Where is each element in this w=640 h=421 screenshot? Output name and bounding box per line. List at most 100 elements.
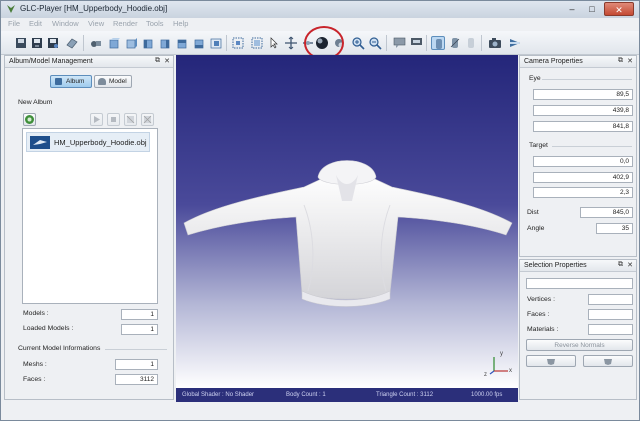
eye-y-field[interactable]: 439,8 xyxy=(533,105,633,116)
zoom-all-icon[interactable] xyxy=(231,36,245,50)
title-bar: GLC-Player [HM_Upperbody_Hoodie.obj] – □… xyxy=(1,1,639,18)
menu-view[interactable]: View xyxy=(88,19,104,28)
selection-properties-panel: Selection Properties ⧉ ✕ Vertices : Face… xyxy=(519,259,637,400)
toolbar-separator xyxy=(386,35,387,51)
faces-field xyxy=(588,309,633,320)
target-x-field[interactable]: 0,0 xyxy=(533,156,633,167)
model-icon xyxy=(98,78,106,85)
view-iso-icon[interactable] xyxy=(209,36,223,50)
hide-icon[interactable] xyxy=(448,36,462,50)
model-thumbnail-icon xyxy=(30,136,50,149)
close-panel-icon[interactable]: ✕ xyxy=(627,57,633,65)
panel-title-bar: Selection Properties ⧉ ✕ xyxy=(520,260,636,272)
minimize-button[interactable]: – xyxy=(563,2,581,16)
album-tab-button[interactable]: Album xyxy=(50,75,92,88)
menu-tools[interactable]: Tools xyxy=(146,19,164,28)
models-count-field: 1 xyxy=(121,309,158,320)
close-panel-icon[interactable]: ✕ xyxy=(627,261,633,269)
toolbar-separator xyxy=(481,35,482,51)
view-right-icon[interactable] xyxy=(158,36,172,50)
message-icon[interactable] xyxy=(410,36,424,50)
save-as-icon[interactable] xyxy=(46,36,60,50)
export-icon[interactable] xyxy=(65,36,79,50)
3d-viewport[interactable]: y x z xyxy=(176,55,518,388)
pan-icon[interactable] xyxy=(284,36,298,50)
panel-title: Selection Properties xyxy=(524,262,587,269)
materials-label: Materials : xyxy=(527,326,559,333)
select-pointer-icon[interactable] xyxy=(267,36,281,50)
panel-title: Camera Properties xyxy=(524,58,583,65)
models-label: Models : xyxy=(23,310,49,317)
faces-label: Faces : xyxy=(527,311,550,318)
album-model-panel: Album/Model Management ⧉ ✕ Album Model N… xyxy=(4,55,174,400)
eye-group-label: Eye xyxy=(529,75,541,82)
target-y-field[interactable]: 402,9 xyxy=(533,172,633,183)
dist-field[interactable]: 845,0 xyxy=(580,207,633,218)
view-top-icon[interactable] xyxy=(175,36,189,50)
list-item[interactable]: HM_Upperbody_Hoodie.obj xyxy=(26,132,150,152)
target-z-field[interactable]: 2,3 xyxy=(533,187,633,198)
next-selection-button[interactable] xyxy=(583,355,633,367)
eye-z-field[interactable]: 841,8 xyxy=(533,121,633,132)
view-front-icon[interactable] xyxy=(107,36,121,50)
float-panel-icon[interactable]: ⧉ xyxy=(618,261,623,269)
shader-status: Global Shader : No Shader xyxy=(182,392,255,398)
menu-help[interactable]: Help xyxy=(173,19,188,28)
angle-field[interactable]: 35 xyxy=(596,223,633,234)
view-back-icon[interactable] xyxy=(124,36,138,50)
play-icon[interactable] xyxy=(90,113,103,126)
view-left-icon[interactable] xyxy=(141,36,155,50)
zoom-out-icon[interactable] xyxy=(368,36,382,50)
previous-selection-button[interactable] xyxy=(526,355,576,367)
save-icon[interactable] xyxy=(30,36,44,50)
view-bottom-icon[interactable] xyxy=(192,36,206,50)
snapshot-camera-icon[interactable] xyxy=(488,36,502,50)
axis-z-label: z xyxy=(484,372,487,378)
model-tab-button[interactable]: Model xyxy=(94,75,132,88)
open-file-icon[interactable] xyxy=(14,36,28,50)
clear-album-icon[interactable] xyxy=(141,113,154,126)
glc-logo-icon xyxy=(7,5,15,13)
maximize-button[interactable]: □ xyxy=(583,2,601,16)
toolbar-separator xyxy=(226,35,227,51)
eye-x-field[interactable]: 89,5 xyxy=(533,89,633,100)
visibility-toggle-icon[interactable] xyxy=(464,36,478,50)
menu-window[interactable]: Window xyxy=(52,19,79,28)
selection-name-field[interactable] xyxy=(526,278,633,289)
dist-label: Dist xyxy=(527,209,539,216)
fullscreen-icon[interactable] xyxy=(508,36,522,50)
menu-render[interactable]: Render xyxy=(113,19,138,28)
loaded-models-count-field: 1 xyxy=(121,324,158,335)
zoom-in-icon[interactable] xyxy=(351,36,365,50)
remove-model-icon[interactable] xyxy=(124,113,137,126)
reverse-normals-button[interactable]: Reverse Normals xyxy=(526,339,633,351)
close-button[interactable]: ✕ xyxy=(604,2,634,16)
zoom-window-icon[interactable] xyxy=(250,36,264,50)
float-panel-icon[interactable]: ⧉ xyxy=(618,57,623,65)
meshs-count-field: 1 xyxy=(115,359,158,370)
new-album-button[interactable] xyxy=(23,113,36,126)
app-window: GLC-Player [HM_Upperbody_Hoodie.obj] – □… xyxy=(0,0,640,421)
window-title: GLC-Player [HM_Upperbody_Hoodie.obj] xyxy=(20,4,168,13)
meshs-label: Meshs : xyxy=(23,361,47,368)
shield-left-icon xyxy=(547,359,555,365)
menu-edit[interactable]: Edit xyxy=(29,19,42,28)
camera-icon[interactable] xyxy=(89,36,103,50)
show-icon[interactable] xyxy=(431,36,445,50)
axis-y-label: y xyxy=(500,351,503,357)
new-album-label: New Album xyxy=(18,99,53,106)
float-panel-icon[interactable]: ⧉ xyxy=(155,57,160,65)
comment-icon[interactable] xyxy=(393,36,407,50)
album-model-list[interactable]: HM_Upperbody_Hoodie.obj xyxy=(22,128,158,304)
angle-label: Angle xyxy=(527,225,545,232)
stop-icon[interactable] xyxy=(107,113,120,126)
triangle-count-status: Triangle Count : 3112 xyxy=(376,392,434,398)
close-panel-icon[interactable]: ✕ xyxy=(164,57,170,65)
materials-field xyxy=(588,324,633,335)
faces-label: Faces : xyxy=(23,376,46,383)
hoodie-model xyxy=(183,160,513,307)
axis-x-label: x xyxy=(509,368,512,374)
menu-file[interactable]: File xyxy=(8,19,20,28)
current-model-info-label: Current Model Informations xyxy=(18,345,101,352)
fps-status: 1000.00 fps xyxy=(471,392,503,398)
